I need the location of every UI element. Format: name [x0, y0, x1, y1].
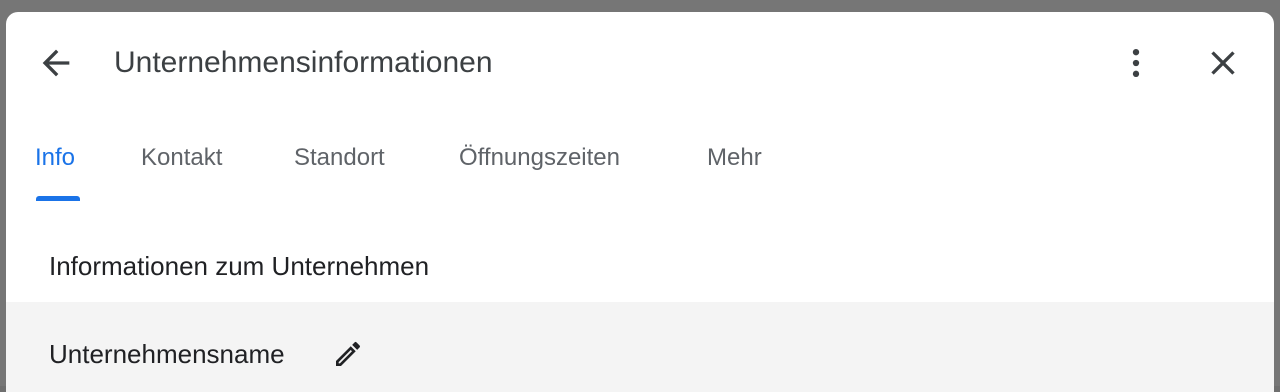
tab-standort[interactable]: Standort	[294, 143, 385, 173]
tab-kontakt[interactable]: Kontakt	[141, 143, 222, 173]
tab-oeffnungszeiten[interactable]: Öffnungszeiten	[459, 143, 620, 173]
tab-mehr[interactable]: Mehr	[707, 143, 762, 173]
arrow-back-icon	[42, 49, 70, 77]
pencil-icon	[336, 341, 361, 366]
dialog-header: Unternehmensinformationen	[6, 12, 1274, 112]
field-label: Unternehmensname	[49, 339, 285, 369]
back-button[interactable]	[36, 43, 76, 83]
tab-bar: Info Kontakt Standort Öffnungszeiten Meh…	[6, 127, 1274, 201]
close-button[interactable]	[1203, 43, 1243, 83]
business-name-row[interactable]: Unternehmensname	[6, 302, 1274, 392]
more-vert-icon	[1132, 49, 1140, 77]
more-options-button[interactable]	[1116, 43, 1156, 83]
active-tab-indicator	[36, 196, 80, 201]
tab-info[interactable]: Info	[35, 143, 75, 173]
edit-business-name-button[interactable]	[332, 338, 364, 370]
close-icon	[1211, 51, 1235, 75]
business-info-dialog: Unternehmensinformationen Info Kontakt S…	[6, 12, 1274, 392]
section-title: Informationen zum Unternehmen	[49, 251, 430, 281]
dialog-title: Unternehmensinformationen	[114, 46, 493, 79]
